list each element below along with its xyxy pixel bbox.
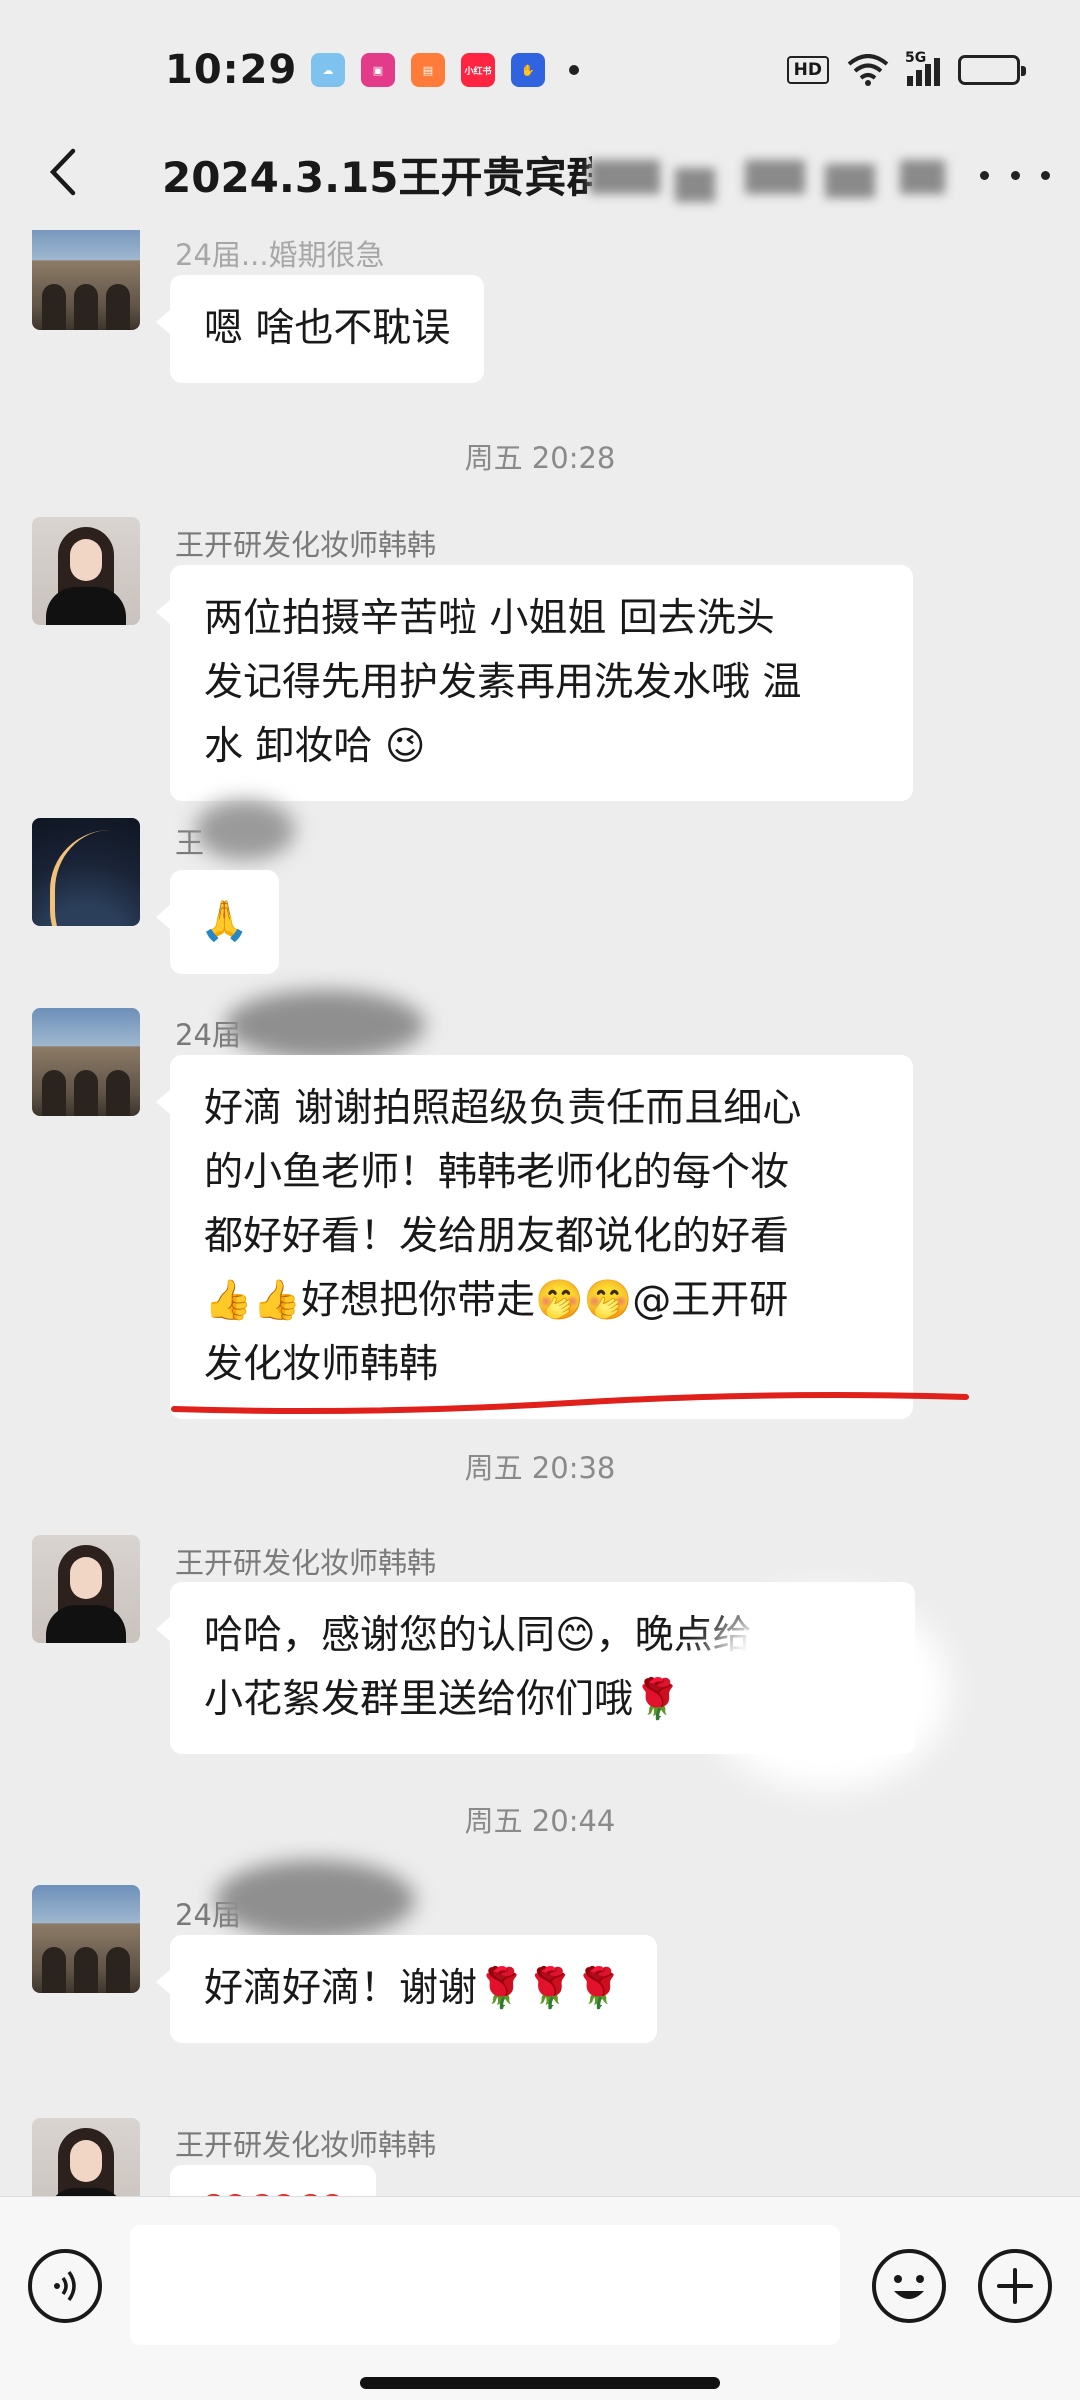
notification-icons: ☁ ▣ ▤ 小红书 ✋: [311, 53, 579, 87]
chat-header: 2024.3.15王开贵宾群: [0, 120, 1080, 230]
voice-button[interactable]: [28, 2249, 102, 2323]
sender-name: 王开研发化妆师韩韩: [175, 528, 437, 562]
message-input[interactable]: [130, 2225, 840, 2345]
status-time: 10:29: [165, 47, 298, 93]
book-icon: ▤: [411, 53, 445, 87]
message-bubble[interactable]: 两位拍摄辛苦啦 小姐姐 回去洗头 发记得先用护发素再用洗发水哦 温 水 卸妆哈 …: [156, 565, 913, 801]
avatar[interactable]: [32, 1008, 140, 1116]
plus-button[interactable]: [978, 2249, 1052, 2323]
back-button[interactable]: [32, 142, 92, 202]
timestamp: 周五 20:28: [464, 441, 616, 475]
message-bubble[interactable]: 好滴好滴！谢谢🌹🌹🌹: [156, 1935, 657, 2043]
voice-icon: [54, 2270, 76, 2302]
title-redaction: [580, 150, 960, 202]
battery-icon: [958, 55, 1026, 85]
app-icon: ▣: [361, 53, 395, 87]
redaction-blur: [195, 800, 295, 860]
redaction-blur: [225, 990, 425, 1060]
more-notifications-dot: [569, 65, 579, 75]
emoji-icon: [894, 2275, 924, 2299]
baidu-icon: ✋: [511, 53, 545, 87]
message-bubble[interactable]: 好滴 谢谢拍照超级负责任而且细心 的小鱼老师！韩韩老师化的每个妆 都好好看！发给…: [156, 1055, 913, 1419]
avatar[interactable]: [32, 1535, 140, 1643]
wifi-icon: [847, 54, 889, 86]
message-bubble[interactable]: 🙏: [156, 870, 279, 974]
message-bubble[interactable]: 嗯 啥也不耽误: [155, 275, 485, 383]
avatar[interactable]: [32, 2118, 140, 2196]
redaction-blur: [700, 1590, 950, 1790]
sender-name: 24届...婚期很急: [175, 238, 385, 272]
weather-icon: ☁: [311, 53, 345, 87]
input-bar: [0, 2196, 1080, 2400]
plus-icon: [997, 2268, 1033, 2304]
chevron-left-icon: [49, 148, 76, 196]
avatar[interactable]: [32, 1885, 140, 1993]
message-list[interactable]: 24届...婚期很急 嗯 啥也不耽误 周五 20:28 王开研发化妆师韩韩 两位…: [0, 230, 1080, 2196]
sender-name: 王开研发化妆师韩韩: [175, 1546, 437, 1580]
status-bar: 10:29 ☁ ▣ ▤ 小红书 ✋ HD 5G: [0, 0, 1080, 140]
xiaohongshu-icon: 小红书: [461, 53, 495, 87]
timestamp: 周五 20:38: [464, 1451, 616, 1485]
emoji-button[interactable]: [872, 2249, 946, 2323]
message-bubble[interactable]: ❤️❤️❤️: [170, 2165, 376, 2196]
redaction-blur: [215, 1860, 415, 1940]
avatar[interactable]: [32, 818, 140, 926]
more-options-button[interactable]: [980, 150, 1050, 200]
avatar[interactable]: [32, 230, 140, 330]
system-icons: HD 5G: [786, 50, 1026, 86]
red-underline-annotation: [171, 1392, 969, 1414]
chat-title[interactable]: 2024.3.15王开贵宾群: [162, 144, 592, 205]
timestamp: 周五 20:44: [464, 1804, 616, 1838]
signal-icon: 5G: [905, 50, 940, 86]
avatar[interactable]: [32, 517, 140, 625]
home-indicator[interactable]: [360, 2377, 720, 2389]
more-dots-icon: [980, 170, 989, 180]
sender-name: 王开研发化妆师韩韩: [175, 2128, 437, 2162]
hd-icon: HD: [786, 56, 829, 84]
